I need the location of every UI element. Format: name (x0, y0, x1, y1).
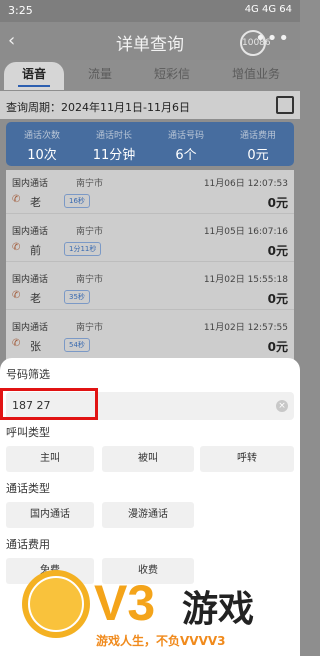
calendar-icon[interactable] (276, 96, 294, 114)
duration-badge: 35秒 (64, 290, 90, 304)
call-type: 国内通话 (12, 179, 49, 189)
watermark-slogan: 游戏人生，不负VVVV3 (96, 634, 226, 648)
call-type: 国内通话 (12, 323, 49, 333)
status-bar: 3:25 4G 4G 64 (0, 0, 300, 22)
summary-value: 10次 (27, 148, 57, 163)
phone-icon: ✆ (12, 338, 21, 349)
watermark-brand-cn: 游戏 (182, 589, 255, 630)
contact-name: 张 (30, 340, 41, 353)
duration-badge: 54秒 (64, 338, 90, 352)
call-type-title: 呼叫类型 (6, 426, 50, 439)
divider (6, 309, 294, 310)
summary-fee: 通话费用 0元 (222, 128, 294, 163)
tab-sms[interactable]: 短彩信 (142, 62, 202, 90)
watermark-brand: V3 (94, 575, 156, 631)
summary-value: 6个 (175, 148, 197, 163)
call-date: 11月02日 12:57:55 (203, 323, 288, 333)
call-date: 11月06日 12:07:53 (203, 179, 288, 189)
contact-name: 老 (30, 196, 41, 209)
call-list: 国内通话 南宁市 11月06日 12:07:53 ✆ 老 16秒 0元 国内通话… (6, 170, 294, 360)
summary-key: 通话时长 (95, 131, 132, 141)
phone-icon: ✆ (12, 290, 21, 301)
summary-key: 通话号码 (167, 131, 204, 141)
summary-numbers: 通话号码 6个 (150, 128, 222, 163)
call-fee: 0元 (267, 244, 288, 258)
summary-key: 通话次数 (23, 131, 60, 141)
phone-icon: ✆ (12, 194, 21, 205)
summary-card: 通话次数 10次 通话时长 11分钟 通话号码 6个 通话费用 0元 (6, 122, 294, 166)
contact-name: 前 (30, 244, 41, 257)
summary-value: 11分钟 (92, 148, 136, 163)
music-logo-icon (22, 570, 90, 638)
logo-inner (28, 576, 84, 632)
call-type: 国内通话 (12, 275, 49, 285)
phone-icon: ✆ (12, 242, 21, 253)
query-period: 查询周期：2024年11月1日-11月6日 (0, 91, 300, 119)
call-city: 南宁市 (76, 179, 104, 189)
call-city: 南宁市 (76, 275, 104, 285)
duration-badge: 1分11秒 (64, 242, 102, 256)
call-type: 国内通话 (12, 227, 49, 237)
tab-data[interactable]: 流量 (70, 62, 130, 90)
number-filter-title: 号码筛选 (6, 368, 50, 381)
divider (6, 261, 294, 262)
list-item[interactable]: 国内通话 南宁市 11月02日 15:55:18 ✆ 老 35秒 0元 (6, 266, 294, 310)
watermark: V3 游戏 游戏人生，不负VVVV3 (0, 570, 300, 656)
tab-voice[interactable]: 语音 (4, 62, 64, 90)
call-date: 11月02日 15:55:18 (203, 275, 288, 285)
list-item[interactable]: 国内通话 南宁市 11月02日 12:57:55 ✆ 张 54秒 0元 (6, 314, 294, 358)
call-fee: 0元 (267, 292, 288, 306)
period-label: 查询周期：2024年11月1日-11月6日 (6, 101, 190, 114)
status-time: 3:25 (8, 4, 33, 17)
option-domestic[interactable]: 国内通话 (6, 502, 94, 528)
highlight-box (0, 388, 98, 420)
tab-value-added[interactable]: 增值业务 (214, 62, 298, 90)
contact-name: 老 (30, 292, 41, 305)
list-item[interactable]: 国内通话 南宁市 11月05日 16:07:16 ✆ 前 1分11秒 0元 (6, 218, 294, 262)
clear-icon[interactable]: × (276, 400, 288, 412)
status-icons: 4G 4G 64 (244, 4, 292, 15)
call-date: 11月05日 16:07:16 (203, 227, 288, 237)
call-city: 南宁市 (76, 227, 104, 237)
summary-duration: 通话时长 11分钟 (78, 128, 150, 163)
list-item[interactable]: 国内通话 南宁市 11月06日 12:07:53 ✆ 老 16秒 0元 (6, 170, 294, 214)
option-incoming[interactable]: 被叫 (102, 446, 194, 472)
call-city: 南宁市 (76, 323, 104, 333)
tab-bar: 语音 流量 短彩信 增值业务 (0, 62, 300, 90)
more-icon[interactable]: ••• (255, 28, 290, 49)
duration-badge: 16秒 (64, 194, 90, 208)
summary-value: 0元 (247, 148, 269, 163)
fee-title: 通话费用 (6, 538, 50, 551)
summary-calls: 通话次数 10次 (6, 128, 78, 163)
option-roaming[interactable]: 漫游通话 (102, 502, 194, 528)
call-fee: 0元 (267, 196, 288, 210)
option-forward[interactable]: 呼转 (200, 446, 294, 472)
comm-type-title: 通话类型 (6, 482, 50, 495)
divider (6, 213, 294, 214)
app-header: ‹ 详单查询 10086 ••• (0, 22, 300, 60)
summary-key: 通话费用 (239, 131, 276, 141)
call-fee: 0元 (267, 340, 288, 354)
option-outgoing[interactable]: 主叫 (6, 446, 94, 472)
